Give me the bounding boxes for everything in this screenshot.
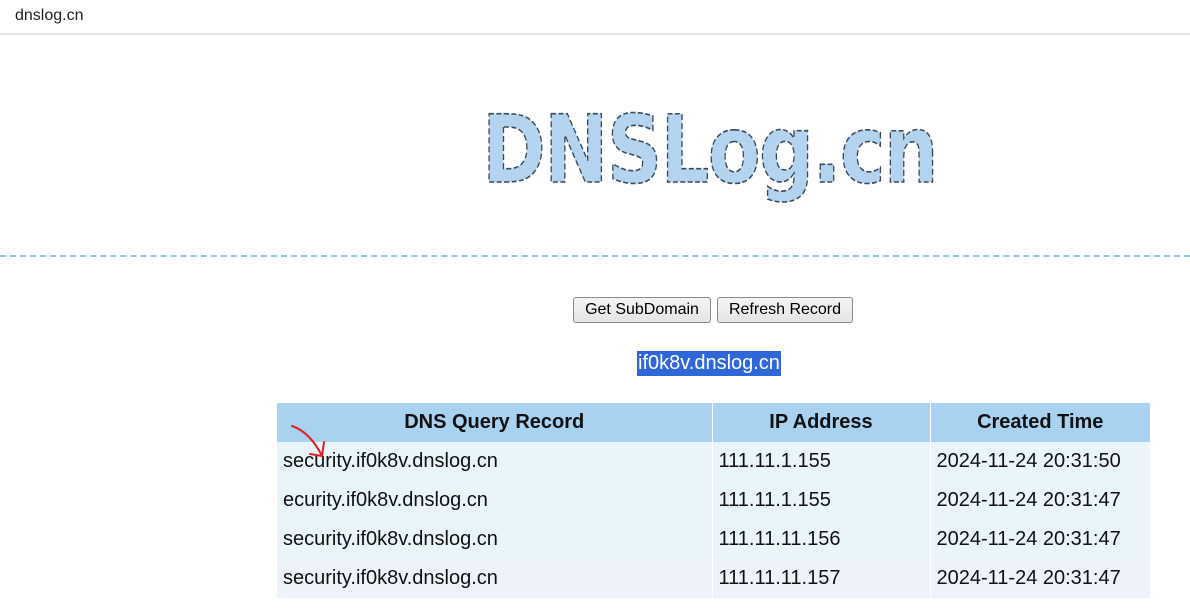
table-row: security.if0k8v.dnslog.cn 111.11.11.157 … bbox=[277, 559, 1150, 598]
created-time-cell: 2024-11-24 20:31:50 bbox=[930, 442, 1150, 481]
window-title: dnslog.cn bbox=[15, 7, 84, 24]
column-header-created-time: Created Time bbox=[930, 403, 1150, 442]
dns-query-cell: security.if0k8v.dnslog.cn bbox=[277, 520, 713, 559]
logo-text: DNSLog.cn bbox=[482, 96, 937, 205]
ip-address-cell: 111.11.1.155 bbox=[712, 442, 931, 481]
dns-query-cell: security.if0k8v.dnslog.cn bbox=[277, 559, 713, 598]
table-header-row: DNS Query Record IP Address Created Time bbox=[277, 403, 1150, 442]
column-header-dns-query: DNS Query Record bbox=[277, 403, 713, 442]
subdomain-display[interactable]: if0k8v.dnslog.cn bbox=[637, 351, 781, 376]
created-time-cell: 2024-11-24 20:31:47 bbox=[930, 481, 1150, 520]
ip-address-cell: 111.11.11.156 bbox=[712, 520, 931, 559]
ip-address-cell: 111.11.1.155 bbox=[712, 481, 931, 520]
column-header-ip-address: IP Address bbox=[712, 403, 931, 442]
created-time-cell: 2024-11-24 20:31:47 bbox=[930, 559, 1150, 598]
ip-address-cell: 111.11.11.157 bbox=[712, 559, 931, 598]
table-row: security.if0k8v.dnslog.cn 111.11.11.156 … bbox=[277, 520, 1150, 559]
dns-records-table: DNS Query Record IP Address Created Time… bbox=[277, 403, 1150, 598]
dns-query-cell: ecurity.if0k8v.dnslog.cn bbox=[277, 481, 713, 520]
dashed-divider bbox=[0, 255, 1190, 257]
table-row: ecurity.if0k8v.dnslog.cn 111.11.1.155 20… bbox=[277, 481, 1150, 520]
get-subdomain-button[interactable]: Get SubDomain bbox=[573, 297, 711, 323]
refresh-record-button[interactable]: Refresh Record bbox=[717, 297, 853, 323]
dns-query-cell: security.if0k8v.dnslog.cn bbox=[277, 442, 713, 481]
created-time-cell: 2024-11-24 20:31:47 bbox=[930, 520, 1150, 559]
browser-tab-bar: dnslog.cn bbox=[0, 0, 1190, 35]
table-row: security.if0k8v.dnslog.cn 111.11.1.155 2… bbox=[277, 442, 1150, 481]
dnslog-logo: DNSLog.cn bbox=[481, 95, 940, 206]
